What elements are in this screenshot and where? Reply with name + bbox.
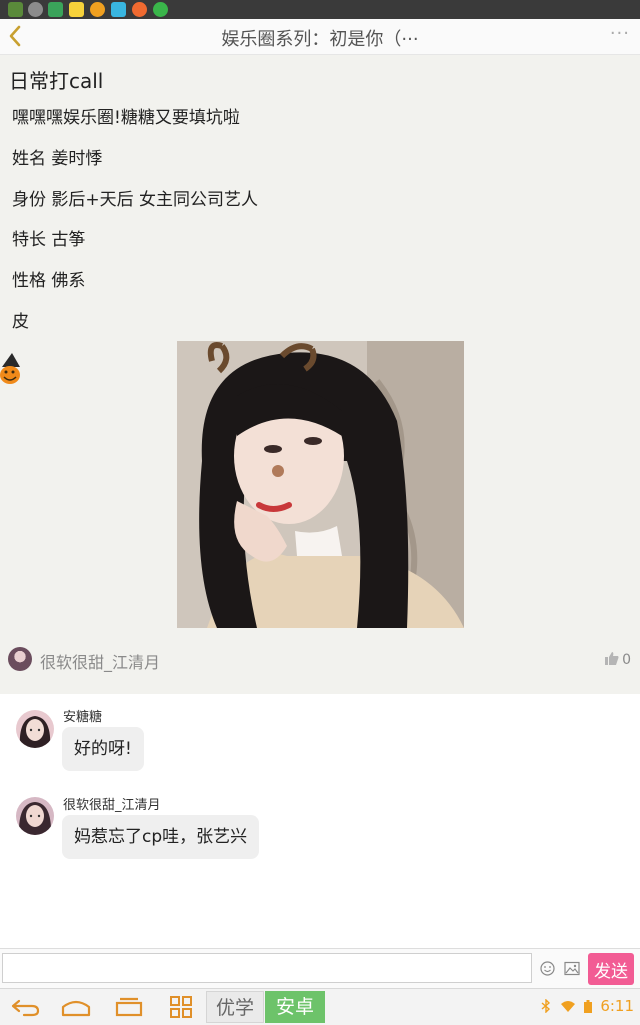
tab-youxue[interactable]: 优学 — [206, 991, 264, 1023]
portrait-image — [177, 341, 464, 628]
wifi-icon — [560, 1001, 575, 1012]
post-line: 姓名 姜时悸 — [12, 149, 103, 169]
post-line: 性格 佛系 — [12, 271, 86, 291]
smiley-icon[interactable] — [540, 961, 555, 976]
author-name[interactable]: 很软很甜_江清月 — [40, 649, 160, 673]
avatar-image — [16, 710, 54, 748]
commenter-avatar[interactable] — [16, 710, 54, 748]
back-button[interactable] — [2, 21, 30, 51]
post-line: 身份 影后+天后 女主同公司艺人 — [12, 190, 259, 210]
notification-alert-icon — [132, 2, 147, 17]
comment-bubble: 妈惹忘了cp哇，张艺兴 — [62, 815, 260, 859]
commenter-name[interactable]: 很软很甜_江清月 — [63, 794, 161, 813]
apps-grid-icon[interactable] — [166, 995, 196, 1019]
notification-u-icon — [90, 2, 105, 17]
status-bar — [0, 0, 640, 19]
back-arrow-icon[interactable] — [10, 995, 40, 1019]
post-title: 日常打call — [9, 69, 104, 93]
system-tray: 6:11 — [541, 997, 634, 1015]
commenter-avatar[interactable] — [16, 797, 54, 835]
send-button[interactable]: 发送 — [588, 953, 634, 985]
notification-download-icon — [153, 2, 168, 17]
avatar-image — [16, 797, 54, 835]
image-icon[interactable] — [564, 961, 580, 976]
post-card: 日常打call 嘿嘿嘿娱乐圈!糖糖又要填坑啦 姓名 姜时悸 身份 影后+天后 女… — [0, 55, 640, 694]
top-bar: 娱乐圈系列：初是你（··· ··· — [0, 19, 640, 55]
tab-android[interactable]: 安卓 — [265, 991, 325, 1023]
bluetooth-icon — [541, 998, 550, 1014]
notification-app-icon-2 — [28, 2, 43, 17]
recent-apps-icon[interactable] — [114, 995, 144, 1019]
post-line: 皮 — [12, 312, 29, 332]
notification-star-icon — [69, 2, 84, 17]
comment-bubble: 好的呀! — [62, 727, 144, 771]
comment-input[interactable] — [2, 953, 532, 983]
author-avatar[interactable] — [8, 647, 32, 671]
notification-app-icon-1 — [8, 2, 23, 17]
home-icon[interactable] — [61, 995, 91, 1019]
battery-icon — [583, 1000, 592, 1013]
like-count: 0 — [622, 652, 631, 668]
post-line: 嘿嘿嘿娱乐圈!糖糖又要填坑啦 — [12, 108, 240, 128]
system-nav-bar: 优学 安卓 6:11 — [0, 988, 640, 1025]
chevron-left-icon — [9, 25, 21, 47]
notification-chat-icon — [111, 2, 126, 17]
post-line: 特长 古筝 — [12, 230, 86, 250]
more-menu-button[interactable]: ··· — [610, 23, 630, 44]
commenter-name[interactable]: 安糖糖 — [63, 706, 102, 725]
clock: 6:11 — [600, 997, 634, 1015]
thumbs-up-icon[interactable] — [605, 651, 619, 665]
page-title: 娱乐圈系列：初是你（··· — [221, 29, 419, 50]
comment-input-bar: 发送 — [0, 948, 640, 989]
post-photo[interactable] — [177, 341, 464, 628]
pumpkin-icon[interactable] — [0, 353, 24, 387]
notification-app-icon-3 — [48, 2, 63, 17]
